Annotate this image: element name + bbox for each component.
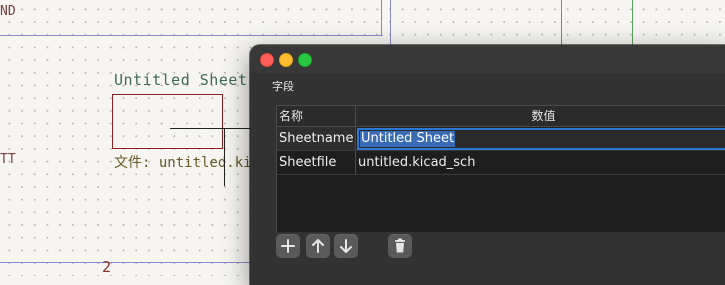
- add-field-button[interactable]: [276, 234, 300, 258]
- wire-line: [632, 0, 633, 45]
- page-number: 2: [102, 258, 112, 276]
- wire-line: [561, 0, 562, 45]
- arrow-down-icon: [340, 239, 352, 253]
- arrow-up-icon: [312, 239, 324, 253]
- delete-field-button[interactable]: [388, 234, 412, 258]
- column-header-value[interactable]: 数值: [356, 106, 725, 127]
- close-window-button[interactable]: [260, 53, 274, 67]
- column-header-name[interactable]: 名称: [277, 106, 356, 127]
- hierarchical-sheet-box[interactable]: [112, 94, 223, 149]
- frame-line: [0, 262, 250, 263]
- net-label-left: TT: [0, 152, 16, 167]
- crosshair-cursor: [170, 128, 250, 129]
- fields-grid[interactable]: 名称 数值 Sheetname Untitled Sheet Sheetfile…: [276, 105, 725, 232]
- minimize-window-button[interactable]: [279, 53, 293, 67]
- net-label-top: ND: [0, 4, 16, 19]
- field-row-sheetfile[interactable]: Sheetfile untitled.kicad_sch: [277, 151, 725, 175]
- field-row-sheetname[interactable]: Sheetname Untitled Sheet: [277, 127, 725, 151]
- sheet-file-label: 文件: untitled.kic: [114, 155, 261, 171]
- fields-section-label: 字段: [272, 80, 294, 93]
- move-up-button[interactable]: [306, 234, 330, 258]
- frame-line: [381, 0, 382, 36]
- trash-icon: [395, 238, 405, 253]
- frame-line: [390, 0, 391, 45]
- crosshair-cursor: [224, 128, 225, 186]
- dialog-titlebar[interactable]: [250, 45, 725, 73]
- field-name-cell[interactable]: Sheetname: [277, 127, 356, 150]
- frame-line: [0, 35, 383, 36]
- sheet-title-label: Untitled Sheet: [114, 71, 248, 89]
- field-value-cell[interactable]: untitled.kicad_sch: [356, 151, 725, 174]
- selected-text[interactable]: Untitled Sheet: [360, 131, 456, 147]
- sheet-properties-dialog: 字段 名称 数值 Sheetname Untitled Sheet Sheetf…: [250, 45, 725, 285]
- plus-icon: [281, 239, 295, 253]
- move-down-button[interactable]: [334, 234, 358, 258]
- field-value-editor[interactable]: Untitled Sheet: [357, 128, 725, 150]
- field-name-cell[interactable]: Sheetfile: [277, 151, 356, 174]
- maximize-window-button[interactable]: [298, 53, 312, 67]
